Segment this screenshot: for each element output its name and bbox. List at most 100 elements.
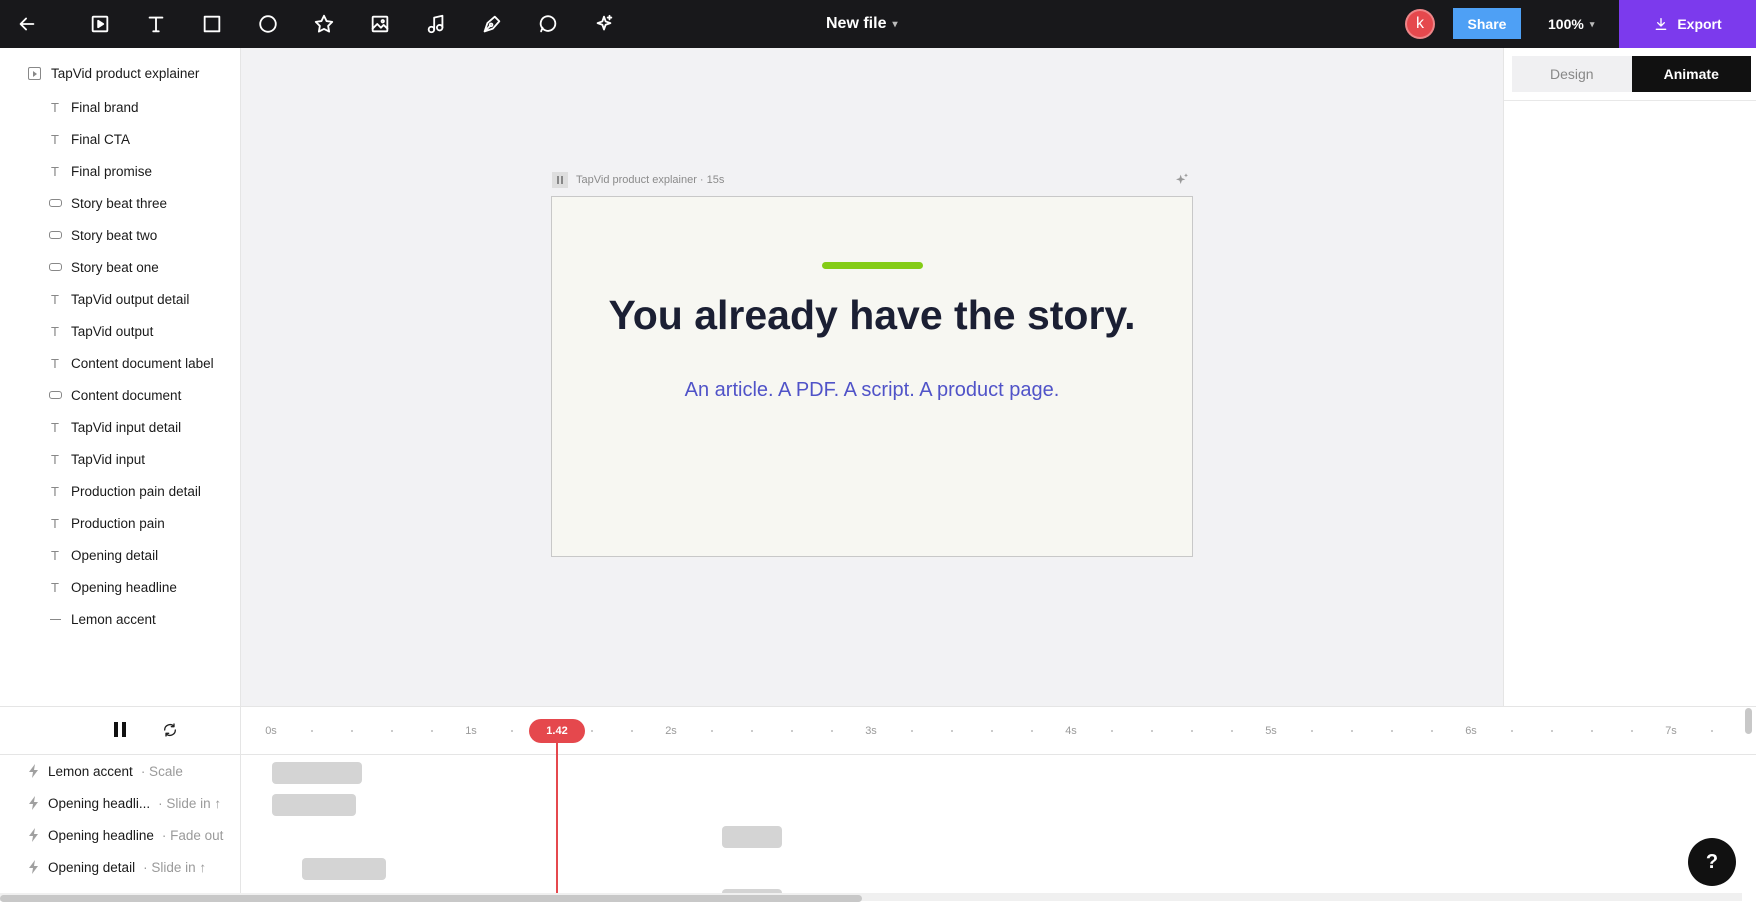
layer-item[interactable]: Story beat two xyxy=(48,219,214,251)
layer-item[interactable]: T TapVid output xyxy=(48,315,214,347)
rectangle-tool-icon[interactable] xyxy=(198,10,226,38)
export-button[interactable]: Export xyxy=(1619,0,1756,48)
tick-dot xyxy=(1191,730,1193,732)
file-title-menu[interactable]: New file ▾ xyxy=(826,0,898,48)
tick-label: 4s xyxy=(1065,725,1077,737)
playhead-time[interactable]: 1.42 xyxy=(529,719,585,743)
animation-clip[interactable] xyxy=(272,794,356,816)
frame-label[interactable]: TapVid product explainer · 15s xyxy=(552,172,724,188)
layer-item[interactable]: T Production pain detail xyxy=(48,475,214,507)
help-button[interactable]: ? xyxy=(1688,838,1736,886)
layer-item[interactable]: Story beat three xyxy=(48,187,214,219)
back-arrow-icon[interactable] xyxy=(13,10,41,38)
tick-label: 6s xyxy=(1465,725,1477,737)
star-tool-icon[interactable] xyxy=(310,10,338,38)
rectangle-layer-icon xyxy=(48,196,62,210)
playhead-line[interactable] xyxy=(556,743,558,899)
tick-dot xyxy=(1031,730,1033,732)
comment-icon[interactable] xyxy=(534,10,562,38)
pen-tool-icon[interactable] xyxy=(478,10,506,38)
zoom-menu[interactable]: 100% ▾ xyxy=(1548,0,1594,48)
layer-label: Story beat three xyxy=(71,195,168,211)
layer-item[interactable]: T Opening detail xyxy=(48,539,214,571)
track-row[interactable]: Opening headli... · Slide in ↑ xyxy=(28,787,221,819)
tick-label: 0s xyxy=(265,725,277,737)
tick-dot xyxy=(511,730,513,732)
track-row[interactable]: Opening headline · Fade out xyxy=(28,819,223,851)
track-row[interactable]: Opening detail · Slide in ↑ xyxy=(28,851,206,883)
lightning-icon xyxy=(28,796,40,810)
tick-label: 2s xyxy=(665,725,677,737)
layer-label: Story beat two xyxy=(71,227,158,243)
music-note-icon[interactable] xyxy=(422,10,450,38)
layer-item[interactable]: T Final promise xyxy=(48,155,214,187)
layer-item[interactable]: T Content document label xyxy=(48,347,214,379)
layer-label: Production pain detail xyxy=(71,483,201,499)
layer-item[interactable]: T TapVid output detail xyxy=(48,283,214,315)
layer-label: Final brand xyxy=(71,99,139,115)
lemon-accent[interactable] xyxy=(822,262,923,269)
text-layer-icon: T xyxy=(51,547,59,563)
layer-root[interactable]: TapVid product explainer xyxy=(28,66,199,81)
layer-item[interactable]: T Opening headline xyxy=(48,571,214,603)
pause-button[interactable] xyxy=(111,722,129,740)
track-layer: Opening headline xyxy=(48,827,154,843)
avatar[interactable]: k xyxy=(1405,9,1435,39)
tab-animate[interactable]: Animate xyxy=(1631,56,1751,92)
opening-detail[interactable]: An article. A PDF. A script. A product p… xyxy=(552,379,1192,402)
layer-label: Final promise xyxy=(71,163,153,179)
share-button[interactable]: Share xyxy=(1453,8,1521,39)
tick-dot xyxy=(831,730,833,732)
animation-clip[interactable] xyxy=(272,762,362,784)
text-layer-icon: T xyxy=(51,131,59,147)
track-row[interactable]: Lemon accent · Scale xyxy=(28,755,183,787)
line-layer-icon xyxy=(48,612,62,626)
layer-item[interactable]: Story beat one xyxy=(48,251,214,283)
text-layer-icon: T xyxy=(51,99,59,115)
track-animation: · Slide in ↑ xyxy=(143,859,207,875)
layers-panel: TapVid product explainer T Final brand TF… xyxy=(0,48,241,706)
animation-clip[interactable] xyxy=(722,826,782,848)
time-ruler[interactable]: 0s 1s 2s 3s 4s 5s 6s 7s xyxy=(241,707,1756,755)
timeline-panel: 0s 1s 2s 3s 4s 5s 6s 7s 1.42 Lemon accen… xyxy=(0,706,1756,906)
layer-label: TapVid input detail xyxy=(71,419,182,435)
layer-item[interactable]: T Production pain xyxy=(48,507,214,539)
pause-icon[interactable] xyxy=(552,172,568,188)
animation-clip[interactable] xyxy=(302,858,386,880)
tab-design[interactable]: Design xyxy=(1512,56,1632,92)
text-tool-icon[interactable] xyxy=(142,10,170,38)
tick-dot xyxy=(1391,730,1393,732)
layer-item[interactable]: T Final CTA xyxy=(48,123,214,155)
tick-dot xyxy=(311,730,313,732)
layer-item[interactable]: Lemon accent xyxy=(48,603,214,635)
tick-dot xyxy=(1551,730,1553,732)
tick-dot xyxy=(791,730,793,732)
layer-item[interactable]: T Final brand xyxy=(48,91,214,123)
track-labels: Lemon accent · Scale Opening headli... ·… xyxy=(0,755,241,899)
rectangle-layer-icon xyxy=(48,260,62,274)
image-tool-icon[interactable] xyxy=(366,10,394,38)
text-layer-icon: T xyxy=(51,579,59,595)
sparkle-icon[interactable] xyxy=(1174,172,1190,188)
tick-dot xyxy=(711,730,713,732)
opening-headline[interactable]: You already have the story. xyxy=(552,292,1192,339)
sparkle-ai-icon[interactable] xyxy=(590,10,618,38)
layer-item[interactable]: T TapVid input detail xyxy=(48,411,214,443)
loop-icon[interactable] xyxy=(162,722,180,740)
properties-panel: Design Animate xyxy=(1503,48,1756,706)
lightning-icon xyxy=(28,860,40,874)
video-frame-icon[interactable] xyxy=(86,10,114,38)
layer-label: Content document xyxy=(71,387,182,403)
tick-dot xyxy=(1311,730,1313,732)
layer-list: T Final brand T Final CTA T Final promise S… xyxy=(48,91,214,635)
ellipse-tool-icon[interactable] xyxy=(254,10,282,38)
layer-item[interactable]: Content document xyxy=(48,379,214,411)
layer-label: TapVid output xyxy=(71,323,154,339)
canvas-frame[interactable]: You already have the story. An article. … xyxy=(551,196,1193,557)
vertical-scroll-thumb[interactable] xyxy=(1745,708,1752,734)
layer-item[interactable]: T TapVid input xyxy=(48,443,214,475)
layer-label: TapVid output detail xyxy=(71,291,190,307)
tick-dot xyxy=(1511,730,1513,732)
tick-label: 1s xyxy=(465,725,477,737)
horizontal-scroll-thumb[interactable] xyxy=(0,895,862,902)
